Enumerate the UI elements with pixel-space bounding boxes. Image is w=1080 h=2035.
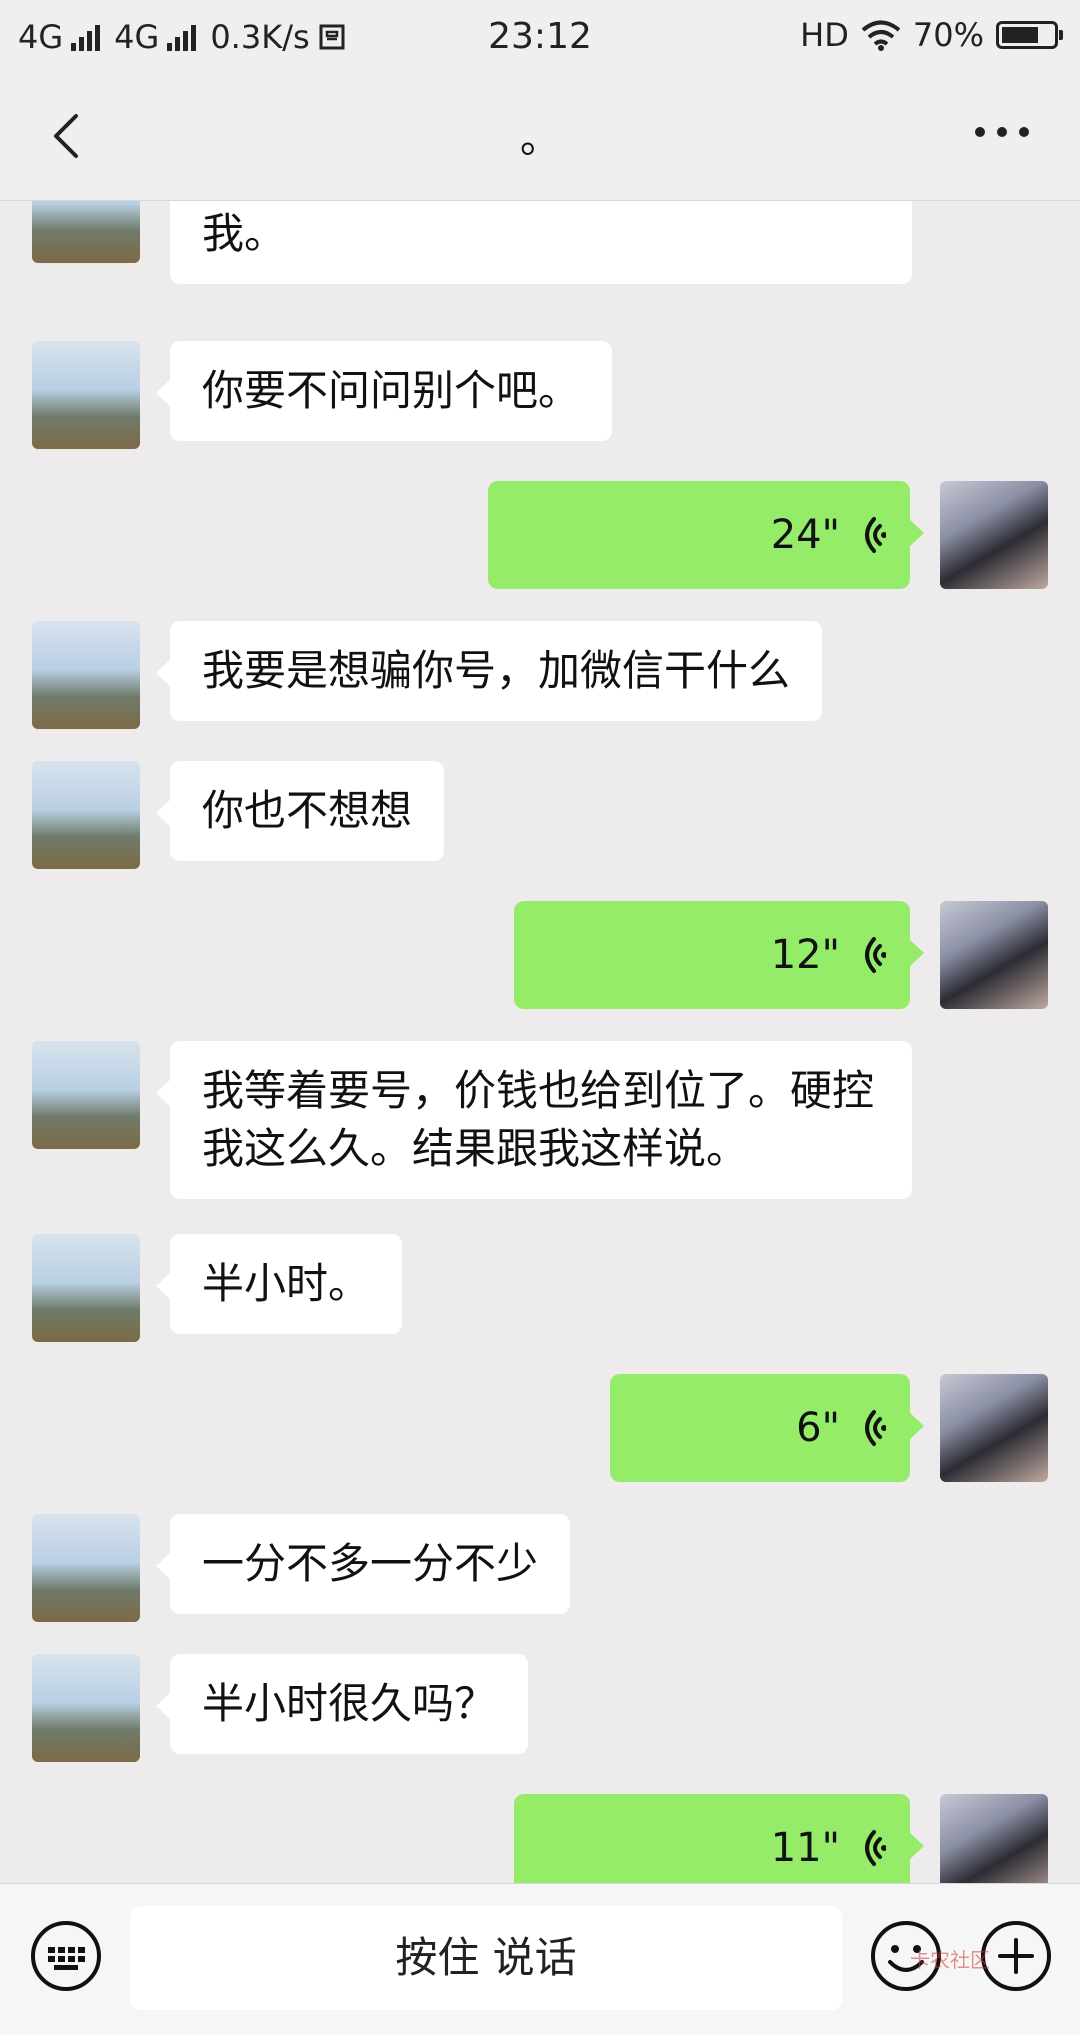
contact-avatar[interactable]: [32, 621, 140, 729]
voice-duration: 24": [770, 512, 840, 558]
voice-message-bubble-sent[interactable]: 11": [514, 1794, 924, 1883]
message-text: 半小时很久吗？: [202, 1679, 497, 1728]
voice-duration: 6": [796, 1405, 840, 1451]
message-bubble-received[interactable]: 你也不想想: [155, 761, 445, 861]
my-avatar[interactable]: [940, 901, 1048, 1009]
contact-avatar[interactable]: [32, 201, 140, 263]
voice-wave-icon: [865, 1410, 886, 1446]
watermark-text: 卡农社区: [910, 1948, 990, 1972]
more-options-icon[interactable]: [972, 122, 1032, 142]
voice-message-bubble-sent[interactable]: 6": [610, 1374, 924, 1482]
message-text: 你要不问问别个吧。: [202, 366, 581, 415]
message-bubble-received[interactable]: 半小时。: [155, 1234, 403, 1334]
battery-percent: 70%: [912, 16, 984, 54]
message-text: 哎哟我也是实在不知道该怎么让你信我。: [202, 209, 287, 258]
voice-wave-icon: [865, 517, 886, 553]
status-bar: 4G 4G 0.3K/s 23:12 HD 70%: [0, 0, 1080, 72]
message-bubble-received[interactable]: 你要不问问别个吧。: [155, 341, 613, 441]
message-bubble-received[interactable]: 半小时很久吗？: [155, 1654, 529, 1754]
contact-avatar[interactable]: [32, 1041, 140, 1149]
voice-wave-icon: [865, 937, 886, 973]
my-avatar[interactable]: [940, 1374, 1048, 1482]
message-bubble-received[interactable]: 一分不多一分不少: [155, 1514, 571, 1614]
contact-avatar[interactable]: [32, 1654, 140, 1762]
message-bubble-received[interactable]: 我要是想骗你号，加微信干什么: [155, 621, 823, 721]
contact-avatar[interactable]: [32, 1234, 140, 1342]
input-bar: 按住 说话 卡农社区: [0, 1883, 1080, 2035]
contact-avatar[interactable]: [32, 341, 140, 449]
voice-duration: 12": [770, 932, 840, 978]
battery-icon: [996, 21, 1063, 49]
contact-avatar[interactable]: [32, 761, 140, 869]
message-bubble-received[interactable]: 我等着要号，价钱也给到位了。硬控我这么久。结果跟我这样说。: [156, 1041, 912, 1199]
message-text: 一分不多一分不少: [202, 1539, 539, 1588]
hd-icon: HD: [800, 16, 849, 54]
chat-title: 。: [520, 116, 560, 162]
my-avatar[interactable]: [940, 1794, 1048, 1883]
voice-duration: 11": [770, 1825, 840, 1871]
message-text: 你也不想想: [202, 786, 413, 835]
message-text: 我要是想骗你号，加微信干什么: [202, 646, 791, 695]
voice-message-bubble-sent[interactable]: 12": [514, 901, 924, 1009]
contact-avatar[interactable]: [32, 1514, 140, 1622]
chat-header: 。: [0, 72, 1080, 201]
voice-message-bubble-sent[interactable]: 24": [488, 481, 924, 589]
hold-to-talk-button[interactable]: 按住 说话: [130, 1906, 842, 2010]
message-text: 我等着要号，价钱也给到位了。硬控我这么久。结果跟我这样说。: [202, 1066, 875, 1173]
plus-icon[interactable]: [980, 1920, 1052, 1992]
my-avatar[interactable]: [940, 481, 1048, 589]
message-text: 半小时。: [202, 1259, 371, 1308]
voice-wave-icon: [865, 1830, 886, 1866]
status-right: HD 70%: [800, 16, 1063, 54]
message-bubble-received[interactable]: 哎哟我也是实在不知道该怎么让你信我。: [170, 201, 912, 284]
wifi-icon: [861, 20, 901, 51]
keyboard-icon[interactable]: [30, 1920, 102, 1992]
message-list[interactable]: 哎哟我也是实在不知道该怎么让你信我。 你要不问问别个吧。 24" 我要是想骗你号…: [0, 201, 1080, 1883]
